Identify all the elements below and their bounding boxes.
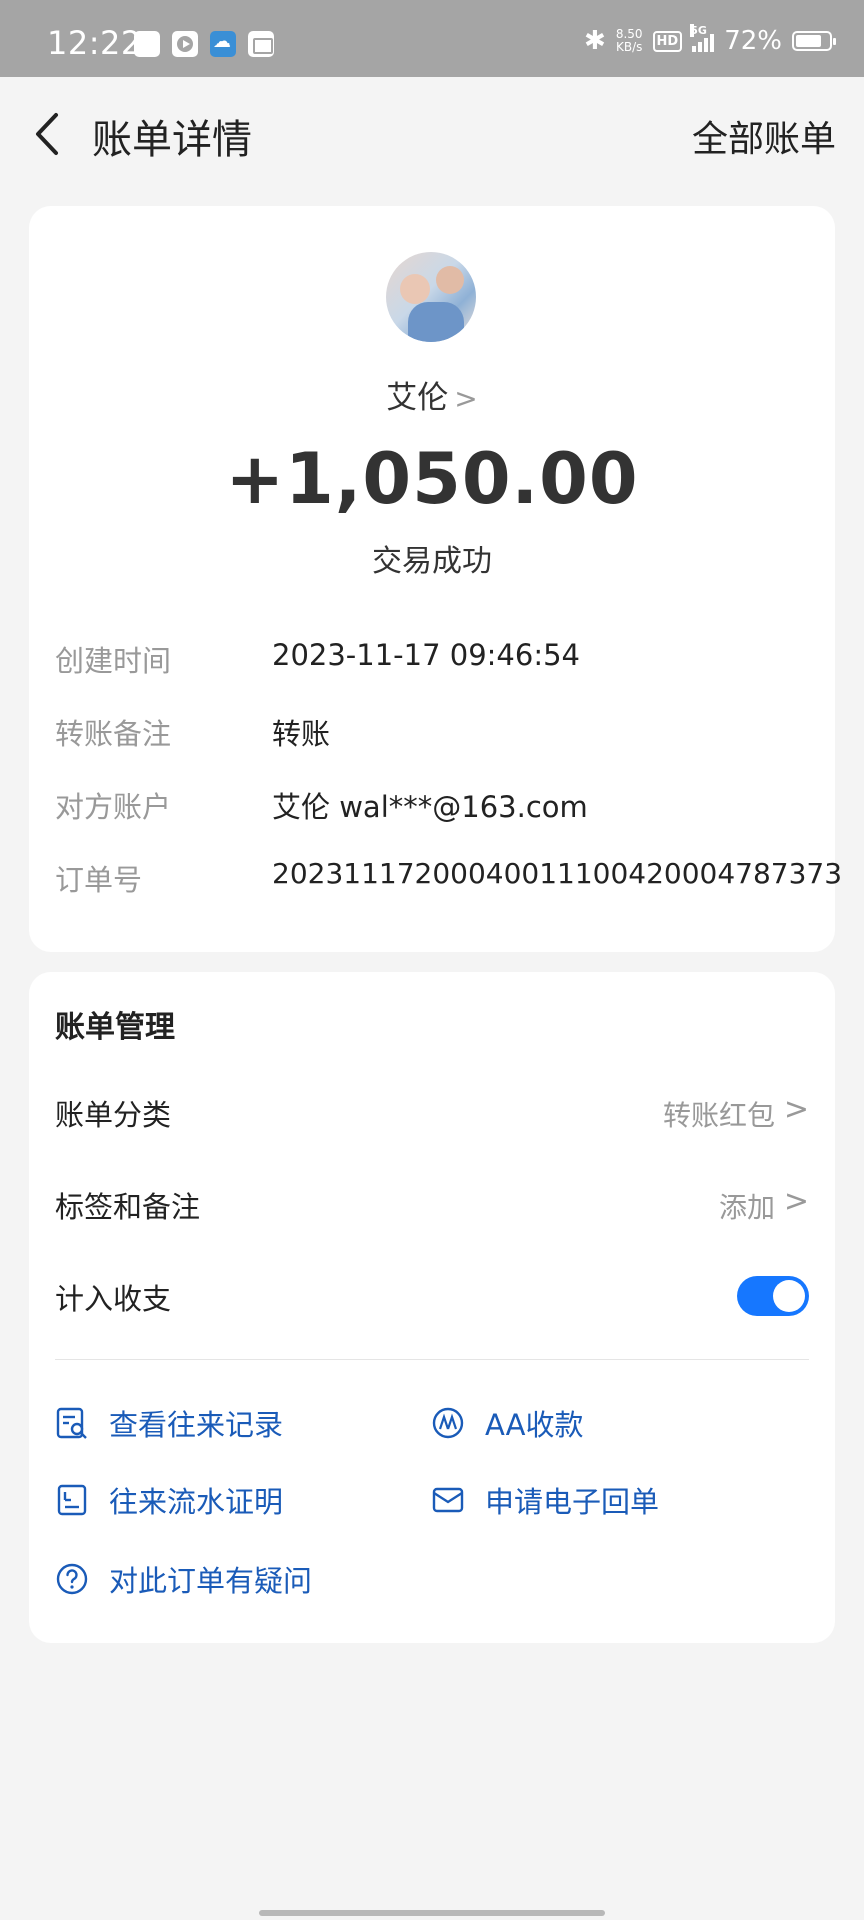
tags-notes-label: 标签和备注	[55, 1190, 201, 1224]
include-in-balance-row: 计入收支	[55, 1268, 809, 1328]
battery-icon	[792, 31, 836, 51]
all-bills-button[interactable]: 全部账单	[692, 110, 836, 162]
aa-collect-link[interactable]: AA收款	[431, 1400, 583, 1446]
chevron-right-icon: >	[783, 1092, 809, 1127]
bluetooth-icon: ✱	[584, 26, 606, 56]
detail-label: 转账备注	[55, 717, 172, 751]
document-icon	[57, 1484, 87, 1516]
notification-icons	[134, 31, 274, 57]
home-indicator[interactable]	[259, 1910, 605, 1916]
back-arrow-icon[interactable]	[30, 111, 70, 157]
net-speed-unit: KB/s	[615, 40, 643, 54]
bill-category-value: 转账红包	[662, 1099, 775, 1132]
detail-value: 转账	[272, 717, 331, 751]
aa-icon	[432, 1407, 464, 1439]
page-title: 账单详情	[92, 117, 252, 163]
network-type: 5G	[690, 24, 707, 37]
section-title: 账单管理	[55, 1010, 175, 1045]
chevron-right-icon: >	[454, 382, 478, 415]
status-right: ✱ 8.50 KB/s HD 5G 72%	[584, 24, 836, 56]
include-in-balance-label: 计入收支	[55, 1282, 172, 1316]
signal-icon: 5G	[690, 24, 715, 52]
detail-value: 艾伦 wal***@163.com	[272, 790, 588, 824]
bill-category-label: 账单分类	[55, 1098, 172, 1132]
notification-square-icon	[134, 31, 160, 57]
avatar[interactable]	[386, 252, 476, 342]
hd-icon: HD	[652, 30, 683, 52]
order-question-link[interactable]: 对此订单有疑问	[55, 1556, 312, 1602]
transaction-card: 艾伦 > +1,050.00 交易成功 创建时间 2023-11-17 09:46…	[29, 206, 842, 952]
include-in-balance-toggle[interactable]	[737, 1276, 809, 1316]
detail-label: 创建时间	[55, 644, 172, 678]
e-receipt-link[interactable]: 申请电子回单	[431, 1477, 659, 1523]
view-history-label: 查看往来记录	[109, 1408, 284, 1442]
app-header: 账单详情 全部账单	[0, 77, 864, 192]
status-bar: 12:22 ✱ 8.50 KB/s HD 5G 72%	[0, 0, 864, 77]
statement-proof-link[interactable]: 往来流水证明	[55, 1477, 283, 1523]
order-question-label: 对此订单有疑问	[109, 1564, 313, 1598]
chevron-right-icon: >	[783, 1184, 809, 1219]
transaction-status: 交易成功	[372, 544, 492, 579]
battery-percent: 72%	[724, 26, 782, 56]
aa-collect-label: AA收款	[485, 1408, 584, 1442]
view-history-link[interactable]: 查看往来记录	[55, 1400, 283, 1446]
statement-proof-label: 往来流水证明	[109, 1485, 284, 1519]
detail-label: 订单号	[55, 863, 143, 897]
bill-category-row[interactable]: 账单分类 转账红包 >	[55, 1084, 809, 1144]
cloud-app-icon	[210, 31, 236, 57]
question-icon	[56, 1563, 88, 1595]
e-receipt-label: 申请电子回单	[485, 1485, 660, 1519]
detail-value: 2023-11-17 09:46:54	[272, 638, 580, 672]
divider	[55, 1359, 809, 1360]
detail-value[interactable]: 20231117200040011100420004787373	[272, 857, 842, 890]
video-app-icon	[172, 31, 198, 57]
counterparty-name: 艾伦	[386, 380, 449, 416]
net-speed: 8.50 KB/s	[616, 28, 643, 54]
envelope-icon	[432, 1487, 464, 1513]
counterparty-link[interactable]: 艾伦 >	[29, 372, 835, 417]
mail-icon	[248, 31, 274, 57]
status-time: 12:22	[47, 24, 142, 62]
transaction-amount: +1,050.00	[225, 438, 639, 520]
tags-notes-value: 添加	[718, 1191, 775, 1224]
detail-label: 对方账户	[55, 790, 172, 824]
tags-notes-row[interactable]: 标签和备注 添加 >	[55, 1176, 809, 1236]
bill-management-card: 账单管理 账单分类 转账红包 > 标签和备注 添加 > 计入收支 查看往来记录 …	[29, 972, 835, 1643]
record-search-icon	[56, 1407, 87, 1439]
toggle-knob	[773, 1280, 805, 1312]
